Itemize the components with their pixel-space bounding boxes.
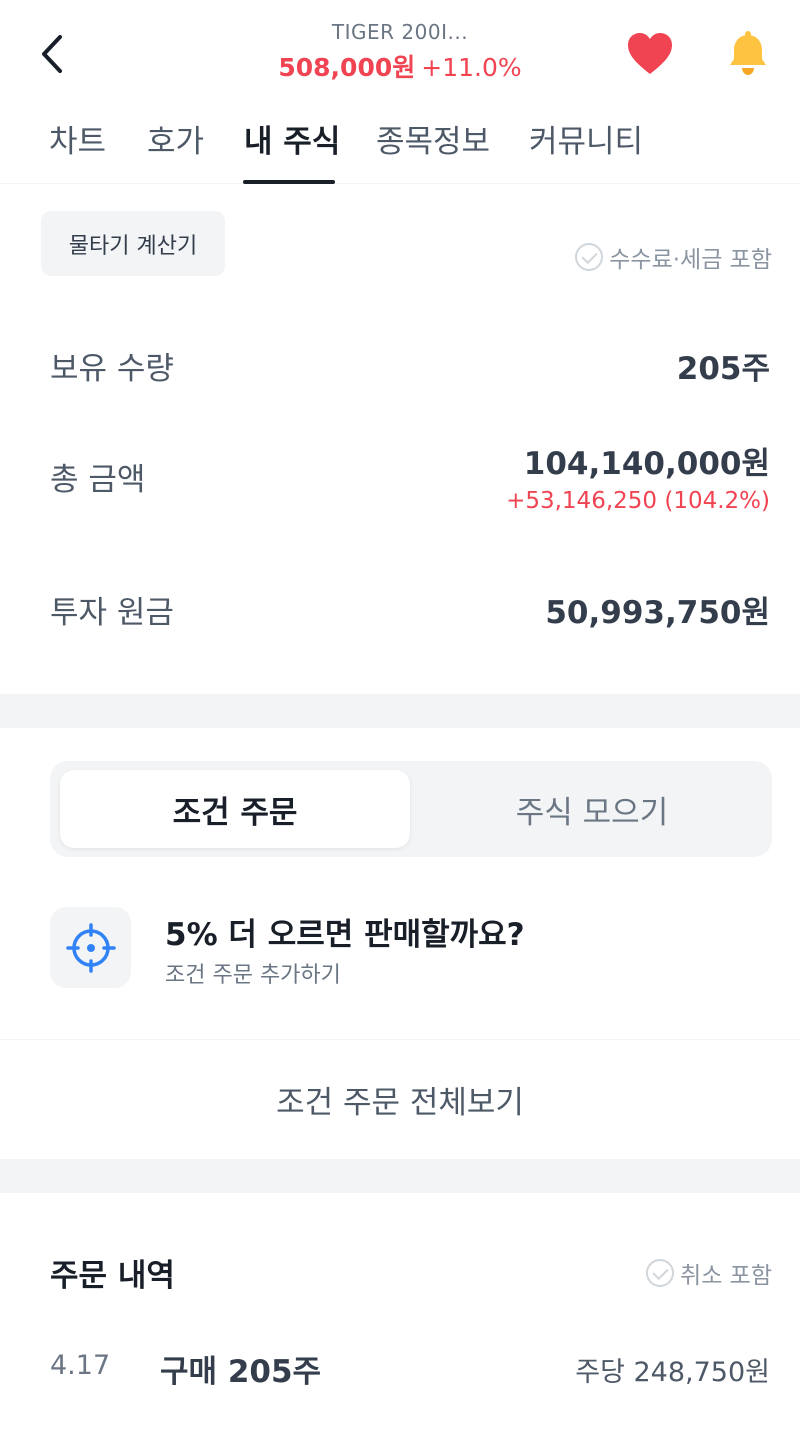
fee-tax-label: 수수료·세금 포함 — [609, 247, 772, 273]
tab-chart[interactable]: 차트 — [49, 116, 106, 161]
order-date: 4.17 — [50, 1350, 111, 1381]
averaging-calculator-button[interactable]: 물타기 계산기 — [41, 211, 225, 276]
tab-my-stock[interactable]: 내 주식 — [244, 116, 340, 161]
conditional-order-title: 5% 더 오르면 판매할까요? — [165, 917, 525, 953]
tab-stock-info[interactable]: 종목정보 — [376, 116, 490, 161]
include-cancelled-label: 취소 포함 — [680, 1263, 772, 1289]
section-divider — [0, 1159, 800, 1193]
principal-label: 투자 원금 — [50, 595, 174, 631]
tab-community[interactable]: 커뮤니티 — [529, 116, 643, 161]
order-unit-price: 주당 248,750원 — [575, 1357, 770, 1388]
order-description: 구매 205주 — [160, 1354, 322, 1390]
stock-price: 508,000원 — [278, 53, 416, 82]
section-divider — [0, 694, 800, 728]
total-profit-value: +53,146,250 (104.2%) — [506, 488, 770, 514]
tab-bar: 차트 호가 내 주식 종목정보 커뮤니티 — [0, 100, 800, 184]
notification-button[interactable] — [722, 28, 774, 80]
top-header: TIGER 200I... 508,000원 +11.0% — [0, 0, 800, 100]
quantity-value: 205주 — [676, 351, 770, 387]
bell-icon — [730, 31, 766, 75]
back-button[interactable] — [30, 28, 74, 80]
check-circle-icon — [575, 243, 604, 271]
order-type-segment: 조건 주문 주식 모으기 — [50, 761, 772, 857]
total-amount-value: 104,140,000원 — [523, 446, 770, 482]
stock-price-line: 508,000원 +11.0% — [200, 48, 600, 84]
active-tab-indicator — [243, 180, 335, 184]
stock-name: TIGER 200I... — [331, 20, 469, 44]
include-cancelled-toggle[interactable]: 취소 포함 — [646, 1256, 772, 1290]
conditional-order-suggestion[interactable]: 5% 더 오르면 판매할까요? 조건 주문 추가하기 — [50, 907, 772, 989]
check-circle-icon — [646, 1259, 675, 1287]
tab-orderbook[interactable]: 호가 — [147, 116, 204, 161]
chevron-left-icon — [42, 35, 62, 73]
stock-title-block: TIGER 200I... 508,000원 +11.0% — [200, 20, 600, 84]
target-icon-box — [50, 907, 131, 988]
quantity-label: 보유 수량 — [50, 351, 174, 387]
stock-change: +11.0% — [421, 53, 522, 82]
favorite-button[interactable] — [624, 28, 676, 80]
segment-conditional-order[interactable]: 조건 주문 — [60, 770, 410, 848]
target-icon — [65, 922, 116, 973]
order-history-title: 주문 내역 — [50, 1258, 175, 1294]
total-amount-label: 총 금액 — [50, 462, 146, 498]
view-all-conditional-orders-button[interactable]: 조건 주문 전체보기 — [0, 1040, 800, 1158]
conditional-order-subtitle: 조건 주문 추가하기 — [165, 963, 341, 988]
segment-stock-accumulate[interactable]: 주식 모으기 — [422, 770, 762, 848]
heart-icon — [628, 33, 672, 74]
principal-value: 50,993,750원 — [545, 595, 770, 631]
order-history-row[interactable]: 4.17 구매 205주 주당 248,750원 — [0, 1340, 800, 1400]
fee-tax-toggle[interactable]: 수수료·세금 포함 — [575, 240, 772, 274]
